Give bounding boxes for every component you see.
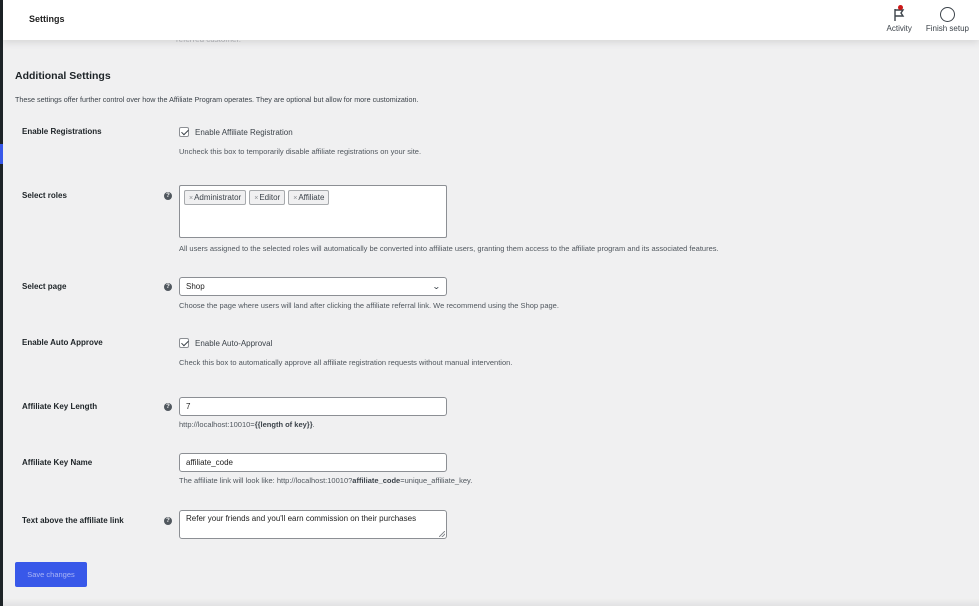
section-description: These settings offer further control ove…	[15, 95, 419, 104]
enable-registration-checkbox[interactable]: Enable Affiliate Registration	[179, 127, 421, 137]
field-control: Shop ⌄ Choose the page where users will …	[179, 277, 559, 310]
desc-prefix: http://localhost:10010=	[179, 420, 255, 429]
field-description: The affiliate link will look like: http:…	[179, 476, 472, 485]
desc-bold: {{length of key}}	[254, 420, 313, 429]
role-tag-label: Affiliate	[298, 193, 325, 202]
field-description: Uncheck this box to temporarily disable …	[179, 147, 422, 156]
field-label: Enable Auto Approve	[22, 338, 103, 347]
desc-suffix: .	[312, 420, 315, 429]
field-control: ×Administrator ×Editor ×Affiliate All us…	[179, 185, 719, 253]
roles-multiselect[interactable]: ×Administrator ×Editor ×Affiliate	[179, 185, 447, 238]
help-icon[interactable]: ?	[164, 517, 172, 525]
section-title: Additional Settings	[15, 70, 111, 82]
field-label: Enable Registrations	[22, 127, 102, 136]
field-description: All users assigned to the selected roles…	[179, 244, 719, 253]
remove-tag-icon[interactable]: ×	[254, 195, 258, 202]
key-length-input[interactable]: 7	[179, 397, 447, 416]
select-value: Shop	[186, 282, 205, 291]
header-bar: Settings Activity Finish setup	[3, 0, 979, 40]
circle-icon	[939, 7, 955, 22]
role-tag[interactable]: ×Editor	[249, 190, 286, 205]
save-changes-button[interactable]: Save changes	[15, 562, 87, 587]
field-control: affiliate_code The affiliate link will l…	[179, 453, 472, 485]
input-value: affiliate_code	[186, 458, 233, 467]
remove-tag-icon[interactable]: ×	[189, 195, 193, 202]
remove-tag-icon[interactable]: ×	[293, 195, 297, 202]
role-tag[interactable]: ×Affiliate	[288, 190, 330, 205]
finish-setup-label: Finish setup	[925, 24, 969, 33]
bottom-shadow	[3, 598, 979, 606]
role-tag[interactable]: ×Administrator	[184, 190, 247, 205]
field-label: Text above the affiliate link	[22, 516, 124, 525]
chevron-down-icon: ⌄	[432, 282, 442, 291]
field-control: Enable Auto-Approval Check this box to a…	[179, 338, 512, 367]
checkbox-label: Enable Auto-Approval	[195, 338, 273, 348]
help-icon[interactable]: ?	[164, 192, 172, 200]
header-actions: Activity Finish setup	[887, 4, 969, 33]
enable-auto-approval-checkbox[interactable]: Enable Auto-Approval	[179, 338, 512, 348]
field-description: http://localhost:10010={{length of key}}…	[179, 420, 447, 429]
finish-setup-button[interactable]: Finish setup	[926, 4, 969, 33]
help-icon[interactable]: ?	[164, 283, 172, 291]
role-tag-label: Administrator	[194, 193, 242, 202]
desc-bold: affiliate_code	[352, 476, 401, 485]
field-label: Affiliate Key Length	[22, 402, 98, 411]
field-control: Enable Affiliate Registration Uncheck th…	[179, 127, 421, 156]
text-above-link-textarea[interactable]: Refer your friends and you'll earn commi…	[179, 510, 447, 539]
field-description: Choose the page where users will land af…	[179, 301, 559, 310]
field-control: Refer your friends and you'll earn commi…	[179, 510, 447, 539]
field-label: Affiliate Key Name	[22, 458, 93, 467]
checkbox-checked-icon[interactable]	[179, 338, 189, 348]
settings-main: Additional Settings These settings offer…	[3, 40, 979, 606]
page-title: Settings	[29, 14, 65, 24]
textarea-value: Refer your friends and you'll earn commi…	[186, 514, 417, 523]
input-value: 7	[186, 402, 191, 411]
help-icon[interactable]: ?	[164, 403, 172, 411]
field-label: Select roles	[22, 191, 67, 200]
key-name-input[interactable]: affiliate_code	[179, 453, 447, 472]
activity-label: Activity	[886, 24, 912, 33]
flag-icon	[890, 4, 908, 22]
activity-button[interactable]: Activity	[887, 4, 912, 33]
field-control: 7 http://localhost:10010={{length of key…	[179, 397, 447, 429]
field-label: Select page	[22, 282, 67, 291]
resize-handle-icon[interactable]	[439, 531, 445, 537]
checkbox-checked-icon[interactable]	[179, 127, 189, 137]
page-select[interactable]: Shop ⌄	[179, 277, 447, 296]
desc-prefix: The affiliate link will look like: http:…	[179, 476, 353, 485]
role-tag-label: Editor	[259, 193, 281, 202]
field-description: Check this box to automatically approve …	[179, 358, 513, 367]
desc-suffix: =unique_affiliate_key.	[400, 476, 473, 485]
checkbox-label: Enable Affiliate Registration	[195, 127, 293, 137]
